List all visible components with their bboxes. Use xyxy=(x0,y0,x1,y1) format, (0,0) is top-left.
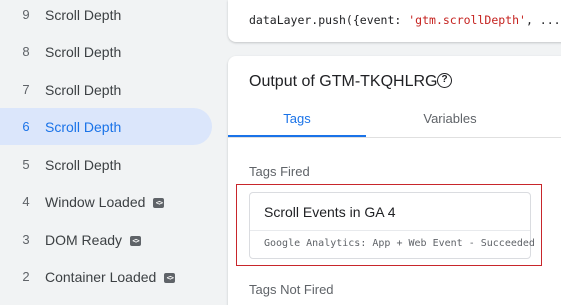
event-number: 4 xyxy=(22,194,30,209)
event-label: Window Loaded <> xyxy=(45,193,165,210)
event-number: 6 xyxy=(22,119,30,134)
event-label-text: Container Loaded xyxy=(45,268,157,285)
event-label: DOM Ready <> xyxy=(45,231,142,248)
tag-name: Scroll Events in GA 4 xyxy=(264,204,396,220)
output-title: Output of GTM-TKQHLRG xyxy=(249,73,438,90)
event-number: 5 xyxy=(22,157,30,172)
event-label-text: Window Loaded xyxy=(45,193,146,210)
output-panel: Output of GTM-TKQHLRG ? Tags Variables T… xyxy=(228,56,561,305)
output-tabs: Tags Variables xyxy=(228,100,561,138)
event-item-selected[interactable]: 6 Scroll Depth xyxy=(0,108,212,145)
event-item[interactable]: 5 Scroll Depth xyxy=(0,146,212,183)
tags-fired-heading: Tags Fired xyxy=(249,164,310,179)
tab-tags[interactable]: Tags xyxy=(228,100,366,138)
event-item[interactable]: 7 Scroll Depth xyxy=(0,71,212,108)
datalayer-code-panel: dataLayer.push({event: 'gtm.scrollDepth'… xyxy=(228,0,561,42)
event-item[interactable]: 3 DOM Ready <> xyxy=(0,221,212,258)
code-prefix: dataLayer.push({event: xyxy=(249,13,409,27)
code-icon: <> xyxy=(164,272,176,283)
tab-variables[interactable]: Variables xyxy=(381,100,519,138)
tags-not-fired-heading: Tags Not Fired xyxy=(249,282,334,297)
code-string: 'gtm.scrollDepth' xyxy=(408,13,526,27)
event-label: Scroll Depth xyxy=(45,43,122,60)
event-number: 3 xyxy=(22,232,30,247)
event-label-text: DOM Ready xyxy=(45,231,123,248)
event-label: Scroll Depth xyxy=(45,118,122,135)
event-item[interactable]: 8 Scroll Depth xyxy=(0,33,212,70)
datalayer-code: dataLayer.push({event: 'gtm.scrollDepth'… xyxy=(249,13,561,27)
code-icon: <> xyxy=(130,235,142,246)
event-label: Scroll Depth xyxy=(45,156,122,173)
event-number: 9 xyxy=(22,7,30,22)
tag-status: Google Analytics: App + Web Event - Succ… xyxy=(264,238,535,249)
divider xyxy=(250,230,530,231)
fired-tag-card[interactable]: Scroll Events in GA 4 Google Analytics: … xyxy=(249,192,535,259)
help-circle-icon[interactable]: ? xyxy=(437,73,452,88)
event-item[interactable]: 2 Container Loaded <> xyxy=(0,258,212,295)
event-label: Scroll Depth xyxy=(45,81,122,98)
event-list: 9 Scroll Depth 8 Scroll Depth 7 Scroll D… xyxy=(0,0,218,305)
active-tab-indicator xyxy=(228,135,366,137)
event-label: Scroll Depth xyxy=(45,6,122,23)
event-item[interactable]: 9 Scroll Depth xyxy=(0,0,212,33)
event-item[interactable]: 4 Window Loaded <> xyxy=(0,183,212,220)
code-suffix: , ...}) xyxy=(525,13,561,27)
event-number: 8 xyxy=(22,44,30,59)
event-number: 2 xyxy=(22,269,30,284)
event-number: 7 xyxy=(22,82,30,97)
code-icon: <> xyxy=(153,197,165,208)
event-label: Container Loaded <> xyxy=(45,268,176,285)
